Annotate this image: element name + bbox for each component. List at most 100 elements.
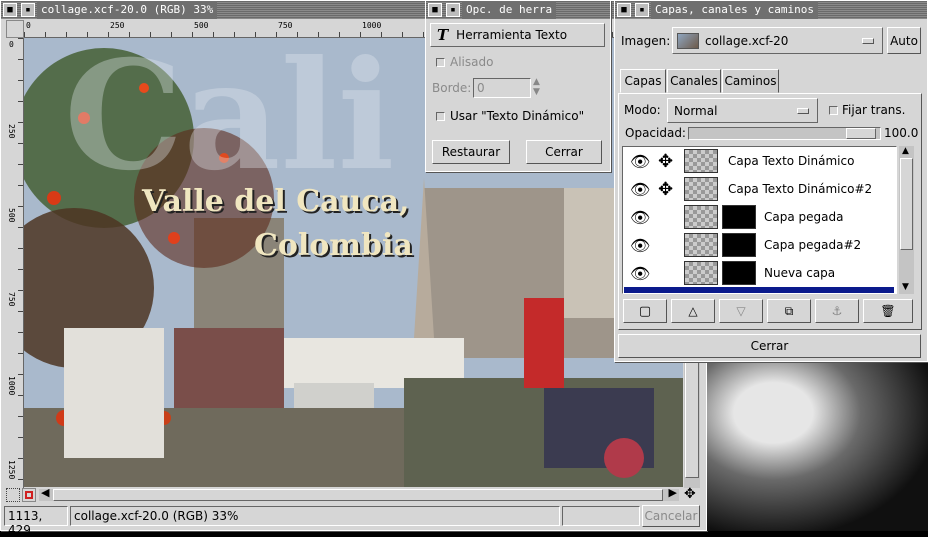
layer-row[interactable]: 👁 ✥ Capa Texto Dinámico#2 <box>624 175 894 203</box>
tool-name: Herramienta Texto <box>456 28 568 42</box>
layer-name: Capa Texto Dinámico#2 <box>728 182 873 196</box>
anchor-layer-button[interactable]: ⚓ <box>815 299 859 323</box>
layer-thumbnail <box>684 177 718 201</box>
visibility-eye-icon[interactable]: 👁 <box>630 236 650 255</box>
border-input[interactable]: 0 <box>473 78 531 98</box>
layer-thumbnail <box>684 233 718 257</box>
hscroll-thumb[interactable] <box>53 489 663 501</box>
new-layer-button[interactable]: ▢ <box>623 299 667 323</box>
quickmask-on-icon[interactable] <box>22 488 36 502</box>
duplicate-layer-button[interactable]: ⧉ <box>767 299 811 323</box>
opacity-value: 100.0 <box>884 126 919 140</box>
mode-label: Modo: <box>624 103 661 117</box>
lower-layer-button[interactable]: ▽ <box>719 299 763 323</box>
minimize-icon[interactable]: ▪ <box>635 3 649 17</box>
visibility-eye-icon[interactable]: 👁 <box>630 152 650 171</box>
tool-options-titlebar[interactable]: ■ ▪ Opc. de herra <box>426 1 610 19</box>
new-layer-icon: ▢ <box>638 303 652 319</box>
visibility-eye-icon[interactable]: 👁 <box>630 264 650 283</box>
layer-name: Capa Texto Dinámico <box>728 154 855 168</box>
image-select[interactable]: collage.xcf-20 <box>672 27 883 54</box>
tab-paths[interactable]: Caminos <box>722 69 779 93</box>
layer-row[interactable]: 👁 ✥ Capa Texto Dinámico <box>624 147 894 175</box>
tool-options-window: ■ ▪ Opc. de herra T Herramienta Texto Al… <box>425 0 611 172</box>
layer-thumbnail <box>684 205 718 229</box>
navigate-icon[interactable]: ✥ <box>684 486 696 502</box>
opacity-slider-knob[interactable] <box>846 128 876 139</box>
progress-bar <box>562 506 640 526</box>
text-tool-icon: T <box>437 26 449 44</box>
minimize-icon[interactable]: ▪ <box>21 3 35 17</box>
ruler-label: 1250 <box>7 460 16 480</box>
tool-options-close-button[interactable]: Cerrar <box>526 140 602 164</box>
opacity-slider[interactable] <box>688 127 881 140</box>
image-select-value: collage.xcf-20 <box>705 33 789 48</box>
tool-name-frame: T Herramienta Texto <box>430 23 605 47</box>
image-bottom-bar: ◀ ▶ ✥ <box>6 486 700 504</box>
ruler-label: 750 <box>278 21 293 30</box>
scroll-left-icon[interactable]: ◀ <box>41 486 49 499</box>
visibility-eye-icon[interactable]: 👁 <box>630 180 650 199</box>
anchor-icon: ⚓ <box>831 304 843 318</box>
layer-mask-thumbnail <box>722 205 756 229</box>
dynamic-text-checkbox[interactable] <box>436 112 445 121</box>
canvas-text-line1: Valle del Cauca, <box>142 184 410 219</box>
window-menu-icon[interactable]: ■ <box>617 3 631 17</box>
dropdown-icon <box>862 38 874 44</box>
ruler-label: 0 <box>9 40 14 49</box>
trash-icon: 🗑 <box>880 304 896 318</box>
tab-channels[interactable]: Canales <box>667 69 721 93</box>
ruler-label: 250 <box>110 21 125 30</box>
border-label: Borde: <box>432 81 472 95</box>
selected-layer-row[interactable] <box>624 287 894 293</box>
ruler-label: 750 <box>7 292 16 307</box>
layers-vscroll-thumb[interactable] <box>900 158 913 250</box>
layer-name: Nueva capa <box>764 266 836 280</box>
reset-button[interactable]: Restaurar <box>432 140 510 164</box>
duplicate-icon: ⧉ <box>784 303 794 318</box>
quickmask-off-icon[interactable] <box>6 488 20 502</box>
image-thumb-icon <box>677 32 699 49</box>
layer-row[interactable]: 👁 Capa pegada <box>624 203 894 231</box>
layers-close-button[interactable]: Cerrar <box>618 334 921 358</box>
border-spin-icon[interactable]: ▲ ▼ <box>533 77 540 97</box>
ruler-label: 250 <box>7 124 16 139</box>
keep-trans-label: Fijar trans. <box>842 103 906 117</box>
window-title: collage.xcf-20.0 (RGB) 33% <box>37 1 218 19</box>
minimize-icon[interactable]: ▪ <box>446 3 460 17</box>
ruler-left[interactable]: 0 250 500 750 1000 1250 <box>6 38 24 488</box>
scroll-up-icon[interactable]: ▲ <box>902 146 909 156</box>
keep-trans-checkbox[interactable] <box>829 106 838 115</box>
layer-thumbnail <box>684 149 718 173</box>
dropdown-icon <box>797 108 809 114</box>
layers-vscroll[interactable]: ▲ ▼ <box>899 146 914 294</box>
layer-thumbnail <box>684 261 718 285</box>
delete-layer-button[interactable]: 🗑 <box>863 299 913 323</box>
hscroll[interactable]: ◀ ▶ <box>39 486 679 501</box>
cancel-button[interactable]: Cancelar <box>642 505 700 527</box>
tool-options-title: Opc. de herra <box>462 1 557 19</box>
move-link-icon[interactable]: ✥ <box>658 179 673 200</box>
layer-row[interactable]: 👁 Nueva capa <box>624 259 894 287</box>
window-menu-icon[interactable]: ■ <box>3 3 17 17</box>
layer-name: Capa pegada <box>764 210 844 224</box>
layer-mask-thumbnail <box>722 261 756 285</box>
scroll-down-icon[interactable]: ▼ <box>902 282 909 292</box>
layers-titlebar[interactable]: ■ ▪ Capas, canales y caminos <box>615 1 927 19</box>
layer-mask-thumbnail <box>722 233 756 257</box>
visibility-eye-icon[interactable]: 👁 <box>630 208 650 227</box>
layer-row[interactable]: 👁 Capa pegada#2 <box>624 231 894 259</box>
scroll-right-icon[interactable]: ▶ <box>669 486 677 499</box>
raise-layer-button[interactable]: △ <box>671 299 715 323</box>
antialias-checkbox[interactable] <box>436 58 445 67</box>
ruler-label: 0 <box>26 21 31 30</box>
mode-select[interactable]: Normal <box>667 98 818 123</box>
mode-value: Normal <box>674 103 718 118</box>
ruler-label: 1000 <box>362 21 382 30</box>
move-link-icon[interactable]: ✥ <box>658 151 673 172</box>
dynamic-text-label: Usar "Texto Dinámico" <box>450 109 585 123</box>
status-text: collage.xcf-20.0 (RGB) 33% <box>70 506 560 526</box>
window-menu-icon[interactable]: ■ <box>428 3 442 17</box>
auto-button[interactable]: Auto <box>887 27 921 54</box>
tab-layers[interactable]: Capas <box>620 69 666 93</box>
